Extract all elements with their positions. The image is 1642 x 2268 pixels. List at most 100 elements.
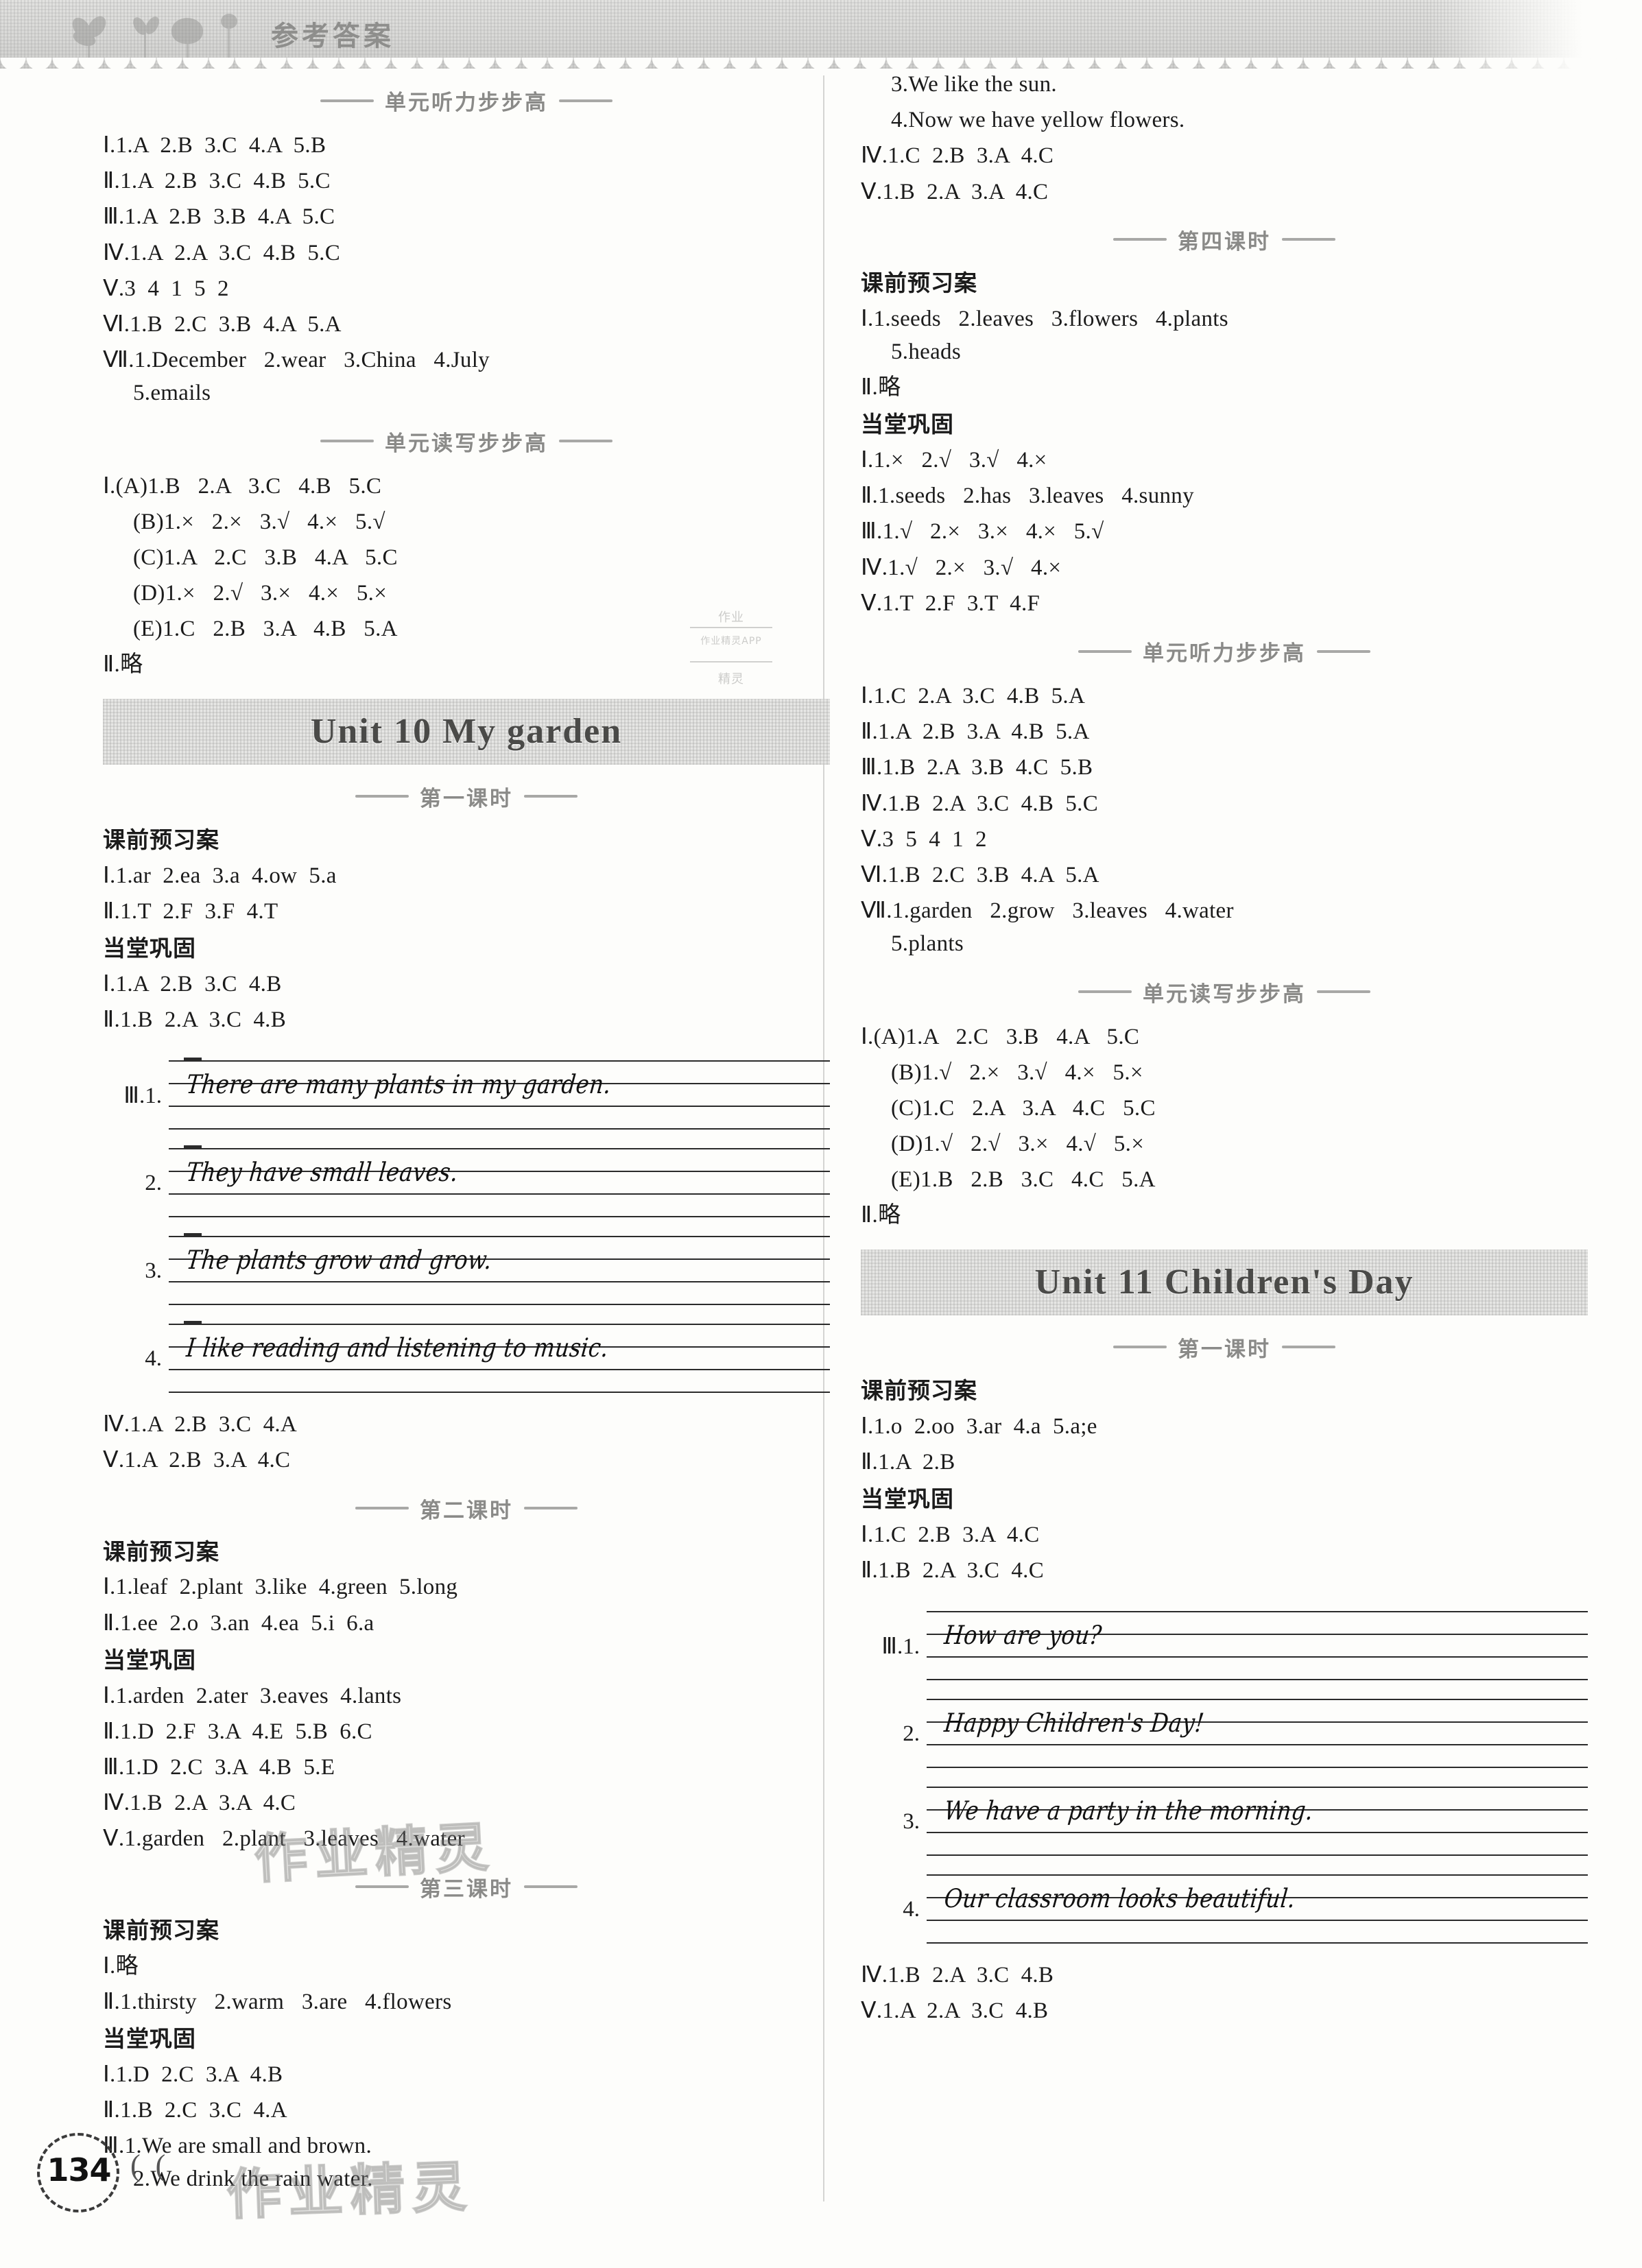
answer-line: Ⅲ.1.A 2.B 3.B 4.A 5.C [103,204,335,230]
watermark-stamp: 作业 作业精灵APP 精灵 [686,604,776,713]
answer-line: Ⅴ.1.B 2.A 3.A 4.C [861,179,1049,204]
answer-line: Ⅰ.1.leaf 2.plant 3.like 4.green 5.long [103,1575,458,1600]
handwriting-row: 2. They have small leaves. [103,1145,830,1221]
heading-rule-right [1282,1346,1335,1349]
handwriting-ruled-lines: Happy Children's Day! [927,1696,1588,1771]
margin-tick [184,1233,202,1238]
answer-line: Ⅰ.1.o 2.oo 3.ar 4.a 5.a;e [861,1413,1097,1439]
heading-rule-right [1282,238,1335,241]
answer-line: Ⅴ.1.A 2.B 3.A 4.C [103,1448,291,1473]
band-scallop-edge [0,58,1642,69]
handwriting-number: Ⅲ.1. [123,1084,162,1109]
answer-line: (E)1.B 2.B 3.C 4.C 5.A [891,1167,1156,1193]
answer-key-page: 单元听力步步高 Ⅰ.1.A 2.B 3.C 4.A 5.B Ⅱ.1.A 2.B … [0,69,1642,2268]
heading-rule-left [1113,1346,1167,1349]
handwritten-answer: Happy Children's Day! [942,1707,1206,1739]
heading-rule-left [320,99,374,102]
section-heading-lesson-1: 第一课时 [861,1332,1588,1363]
answer-line-continued: 5.heads [891,339,961,364]
section-heading-reading-writing: 单元读写步步高 [103,426,830,457]
handwriting-number: 4. [145,1346,162,1371]
answer-line: Ⅴ.1.T 2.F 3.T 4.F [861,590,1040,616]
answer-line: Ⅰ.1.D 2.C 3.A 4.B [103,2062,283,2087]
answer-line: Ⅲ.1.D 2.C 3.A 4.B 5.E [103,1755,335,1780]
heading-text: 单元读写步步高 [385,431,548,456]
handwriting-row: 3. The plants grow and grow. [103,1233,830,1309]
handwritten-answer: We have a party in the morning. [942,1795,1315,1826]
heading-rule-left [1113,238,1167,241]
answer-line: (C)1.A 2.C 3.B 4.A 5.C [133,545,398,570]
handwriting-ruled-lines: I like reading and listening to music. [169,1321,830,1396]
answer-line-continued: 5.emails [133,381,211,406]
handwriting-row: 4. Our classroom looks beautiful. [861,1872,1588,1947]
answer-line: Ⅳ.1.B 2.A 3.C 4.B [861,1963,1054,1988]
section-heading-lesson-2: 第二课时 [103,1493,830,1524]
answer-line: Ⅰ.1.C 2.B 3.A 4.C [861,1522,1040,1547]
handwriting-number: 2. [145,1170,162,1195]
answer-line: Ⅱ.1.A 2.B [861,1449,955,1475]
handwriting-row: 4. I like reading and listening to music… [103,1321,830,1396]
heading-rule-right [559,99,612,102]
handwriting-number: 4. [903,1896,920,1922]
handwriting-row: Ⅲ.1. How are you? [861,1608,1588,1684]
heading-text: 第一课时 [1178,1337,1271,1362]
label-consolidate: 当堂巩固 [861,411,954,438]
handwriting-ruled-lines: There are many plants in my garden. [169,1058,830,1133]
answer-line: Ⅰ.1.arden 2.ater 3.eaves 4.lants [103,1683,402,1708]
left-column: 单元听力步步高 Ⅰ.1.A 2.B 3.C 4.A 5.B Ⅱ.1.A 2.B … [103,69,830,2199]
answer-line: Ⅱ.1.A 2.B 3.A 4.B 5.A [861,719,1090,745]
label-consolidate: 当堂巩固 [103,934,196,962]
handwriting-ruled-lines: They have small leaves. [169,1145,830,1221]
handwritten-answer: The plants grow and grow. [185,1244,494,1276]
answer-line: Ⅲ.1.√ 2.× 3.× 4.× 5.√ [861,519,1104,545]
label-preview: 课前预习案 [103,826,219,853]
answer-line: (C)1.C 2.A 3.A 4.C 5.C [891,1095,1156,1121]
heading-rule-right [1317,990,1370,994]
answer-line: Ⅴ.1.garden 2.plant 3.leaves 4.water [103,1826,465,1852]
answer-line: Ⅶ.1.garden 2.grow 3.leaves 4.water [861,898,1234,924]
answer-line: Ⅳ.1.B 2.A 3.A 4.C [103,1791,296,1816]
handwritten-answer: I like reading and listening to music. [185,1332,610,1363]
answer-line: Ⅳ.1.√ 2.× 3.√ 4.× [861,555,1062,580]
stamp-line-1: 作业 [718,610,744,625]
answer-line: Ⅳ.1.A 2.A 3.C 4.B 5.C [103,240,341,265]
answer-line-continued: 2.We drink the rain water. [133,2166,373,2192]
heading-rule-left [320,440,374,442]
page-title: 参考答案 [271,21,394,52]
heading-rule-left [1078,990,1132,994]
answer-line: Ⅰ.1.A 2.B 3.C 4.B [103,971,282,996]
heading-text: 第二课时 [420,1498,513,1523]
answer-line: Ⅴ.3 4 1 5 2 [103,276,229,301]
answer-line: Ⅰ.1.× 2.√ 3.√ 4.× [861,448,1047,473]
answer-line: Ⅱ.1.B 2.A 3.C 4.B [103,1007,287,1032]
handwritten-answer: They have small leaves. [185,1156,460,1188]
heading-rule-left [1078,649,1132,653]
heading-text: 第四课时 [1178,229,1271,254]
section-heading-lesson-1: 第一课时 [103,781,830,812]
handwriting-number: 3. [903,1809,920,1834]
answer-line: 3.We like the sun. [891,72,1057,97]
section-heading-lesson-3: 第三课时 [103,1872,830,1902]
answer-line: Ⅱ.1.A 2.B 3.C 4.B 5.C [103,169,331,194]
answer-line: Ⅰ.1.C 2.A 3.C 4.B 5.A [861,684,1086,709]
unit-banner-11: Unit 11 Children's Day [861,1249,1588,1315]
heading-rule-right [559,440,612,442]
answer-line: Ⅱ.1.D 2.F 3.A 4.E 5.B 6.C [103,1719,372,1744]
handwriting-ruled-lines: We have a party in the morning. [927,1784,1588,1859]
answer-line: Ⅵ.1.B 2.C 3.B 4.A 5.A [103,311,342,337]
right-column: 3.We like the sun. 4.Now we have yellow … [861,69,1588,2031]
heading-text: 单元读写步步高 [1143,981,1306,1007]
handwriting-ruled-lines: The plants grow and grow. [169,1233,830,1309]
handwritten-answer: How are you? [942,1619,1104,1651]
heading-rule-right [524,795,578,798]
handwriting-row: Ⅲ.1. There are many plants in my garden. [103,1058,830,1133]
label-consolidate: 当堂巩固 [103,2025,196,2052]
answer-line: Ⅳ.1.A 2.B 3.C 4.A [103,1412,298,1437]
heading-rule-left [355,1507,409,1510]
heading-text: 第一课时 [420,786,513,811]
answer-line: Ⅱ.略 [861,375,901,401]
answer-line: Ⅵ.1.B 2.C 3.B 4.A 5.A [861,862,1099,887]
page-number-parens: (( [130,2149,181,2182]
section-heading-listening: 单元听力步步高 [103,85,830,116]
section-heading-listening: 单元听力步步高 [861,636,1588,667]
